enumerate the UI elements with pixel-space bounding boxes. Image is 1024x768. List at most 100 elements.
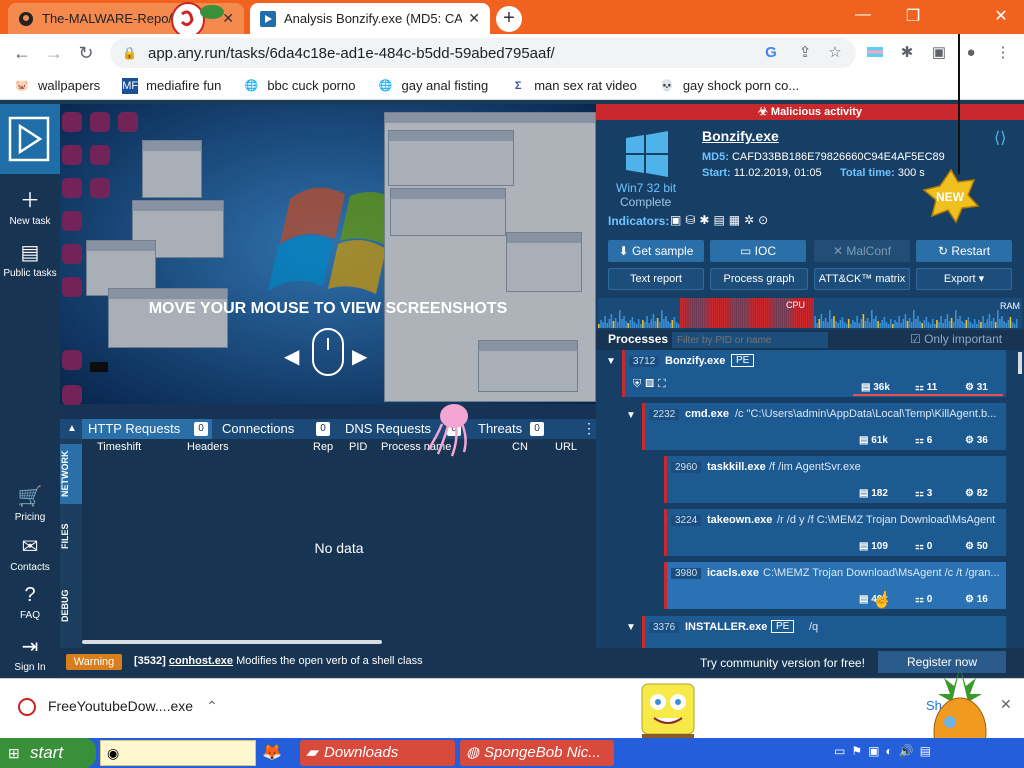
activity-bar: [816, 323, 818, 328]
process-row[interactable]: 2960 taskkill.exe /f /im AgentSvr.exe ▤ …: [664, 456, 1006, 503]
horizontal-scrollbar[interactable]: [82, 640, 382, 644]
text-report-button[interactable]: Text report: [608, 268, 704, 290]
tab-connections[interactable]: Connections 0: [216, 419, 334, 439]
process-row[interactable]: 2232 cmd.exe /c "C:\Users\admin\AppData\…: [642, 403, 1006, 450]
contacts-nav[interactable]: ✉ Contacts: [0, 534, 60, 573]
forward-icon[interactable]: →: [42, 41, 66, 65]
activity-bar: [778, 298, 781, 328]
activity-bar: [929, 324, 932, 328]
bookmark-mediafire[interactable]: MF mediafire fun: [122, 77, 221, 94]
share-icon[interactable]: ⟨⟩: [994, 128, 1006, 148]
new-task-nav[interactable]: ＋ New task: [0, 184, 60, 227]
minimize-icon[interactable]: —: [852, 6, 874, 26]
pride-flag-icon[interactable]: [864, 42, 886, 64]
download-filename[interactable]: FreeYoutubeDow....exe: [48, 698, 193, 714]
bookmark-shock[interactable]: 💀 gay shock porn co...: [659, 78, 799, 94]
chevron-up-icon[interactable]: ⌃: [206, 698, 218, 715]
collapse-icon[interactable]: ▼: [606, 356, 616, 367]
close-icon[interactable]: ✕: [1000, 696, 1012, 713]
bookmark-fisting[interactable]: 🌐 gay anal fisting: [377, 78, 489, 94]
tab-analysis[interactable]: Analysis Bonzify.exe (MD5: CA ✕: [250, 3, 490, 34]
new-tab-button[interactable]: +: [496, 6, 522, 32]
more-icon[interactable]: ⋮: [582, 420, 596, 437]
checkbox-icon: ☑: [910, 332, 925, 346]
attack-matrix-button[interactable]: ATT&CK™ matrix: [814, 268, 910, 290]
tab-files[interactable]: FILES: [60, 516, 82, 556]
arrow-right-icon[interactable]: ▶: [352, 344, 367, 369]
google-icon[interactable]: G: [760, 42, 782, 64]
collapse-icon[interactable]: ▼: [626, 622, 636, 633]
taskbar-downloads[interactable]: ▰ Downloads: [300, 740, 455, 766]
activity-bar: [948, 321, 951, 328]
get-sample-button[interactable]: ⬇ Get sample: [608, 240, 704, 262]
ioc-button[interactable]: ▭ IOC: [710, 240, 806, 262]
activity-bar: [868, 322, 871, 328]
collapse-icon[interactable]: ▼: [626, 410, 636, 421]
activity-bar: [824, 318, 827, 328]
arrow-left-icon[interactable]: ◀: [284, 344, 299, 369]
activity-bar: [721, 298, 724, 328]
malconf-button[interactable]: ✕ MalConf: [814, 240, 910, 262]
activity-bar: [608, 319, 611, 328]
restart-button[interactable]: ↻ Restart: [916, 240, 1012, 262]
activity-bar: [988, 314, 991, 328]
profile-icon[interactable]: ●: [960, 42, 982, 64]
activity-bar: [885, 322, 888, 328]
pricing-nav[interactable]: 🛒 Pricing: [0, 484, 60, 523]
skull-icon: 💀: [659, 80, 674, 92]
bookmark-wallpapers[interactable]: 🐷 wallpapers: [14, 78, 100, 94]
collapse-icon[interactable]: ▲: [62, 419, 82, 439]
tab-http-requests[interactable]: HTTP Requests 0: [82, 419, 212, 439]
bookmark-star-icon[interactable]: ☆: [824, 42, 846, 64]
process-row[interactable]: 3980 icacls.exe C:\MEMZ Trojan Download\…: [664, 562, 1006, 609]
system-tray-icons[interactable]: ▭⚑▣◐🔊▤: [834, 744, 984, 764]
firefox-icon[interactable]: 🦊: [262, 742, 282, 762]
anyrun-logo[interactable]: [0, 104, 60, 174]
faq-nav[interactable]: ? FAQ: [0, 584, 60, 621]
activity-bar: [904, 314, 907, 328]
activity-bar: [751, 298, 753, 328]
activity-bar: [633, 322, 636, 328]
sign-in-nav[interactable]: ⇥ Sign In: [0, 634, 60, 673]
process-row[interactable]: 3224 takeown.exe /r /d y /f C:\MEMZ Troj…: [664, 509, 1006, 556]
extensions-icon[interactable]: ✱: [896, 42, 918, 64]
menu-icon[interactable]: ⋮: [992, 42, 1014, 64]
close-window-icon[interactable]: ✕: [990, 6, 1012, 26]
share-icon[interactable]: ⇪: [794, 42, 816, 64]
malconf-icon: ✕: [832, 244, 847, 258]
public-tasks-nav[interactable]: ▤ Public tasks: [0, 240, 60, 279]
stat-network: ⚙ 16: [965, 594, 988, 605]
activity-bar: [999, 319, 1001, 328]
taskbar-spongebob[interactable]: ◍ SpongeBob Nic...: [460, 740, 614, 766]
process-graph-button[interactable]: Process graph: [710, 268, 808, 290]
activity-bar: [845, 324, 848, 328]
activity-bar: [732, 298, 734, 328]
process-row[interactable]: 3712 Bonzify.exe PE ⛨▤⛶ ▤ 36k ⚏ 11 ⚙ 31: [622, 350, 1006, 397]
taskbar-chrome[interactable]: ◉: [100, 740, 256, 766]
back-icon[interactable]: ←: [10, 41, 34, 65]
activity-bar: [892, 324, 894, 328]
tab-network[interactable]: NETWORK: [60, 444, 82, 504]
filename[interactable]: Bonzify.exe: [702, 128, 779, 144]
document-icon: ▤: [20, 242, 40, 264]
tab-debug[interactable]: DEBUG: [60, 586, 82, 626]
activity-bar: [631, 317, 634, 328]
stat-registry: ⚏ 3: [915, 488, 933, 499]
process-filter-input[interactable]: [672, 332, 828, 348]
reload-icon[interactable]: ↻: [74, 41, 98, 65]
only-important-toggle[interactable]: ☑ Only important: [910, 332, 1002, 346]
close-icon[interactable]: ✕: [468, 10, 480, 27]
restore-icon[interactable]: ❐: [902, 6, 924, 26]
vertical-scrollbar[interactable]: [1018, 352, 1022, 374]
activity-bar: [688, 298, 690, 328]
process-row[interactable]: 3376 INSTALLER.exe PE /q: [642, 616, 1006, 648]
export-button[interactable]: Export ▾: [916, 268, 1012, 290]
sidepanel-icon[interactable]: ▣: [928, 42, 950, 64]
warning-message[interactable]: [3532] conhost.exe Modifies the open ver…: [134, 655, 423, 667]
url-bar[interactable]: 🔒 app.any.run/tasks/6da4c18e-ad1e-484c-b…: [110, 38, 856, 68]
activity-bar: [822, 321, 825, 328]
bookmark-bbc[interactable]: 🌐 bbc cuck porno: [243, 78, 355, 94]
activity-bar: [713, 298, 716, 328]
tab-threats[interactable]: Threats 0: [472, 419, 552, 439]
bookmark-rat-video[interactable]: Σman sex rat video: [510, 78, 637, 94]
